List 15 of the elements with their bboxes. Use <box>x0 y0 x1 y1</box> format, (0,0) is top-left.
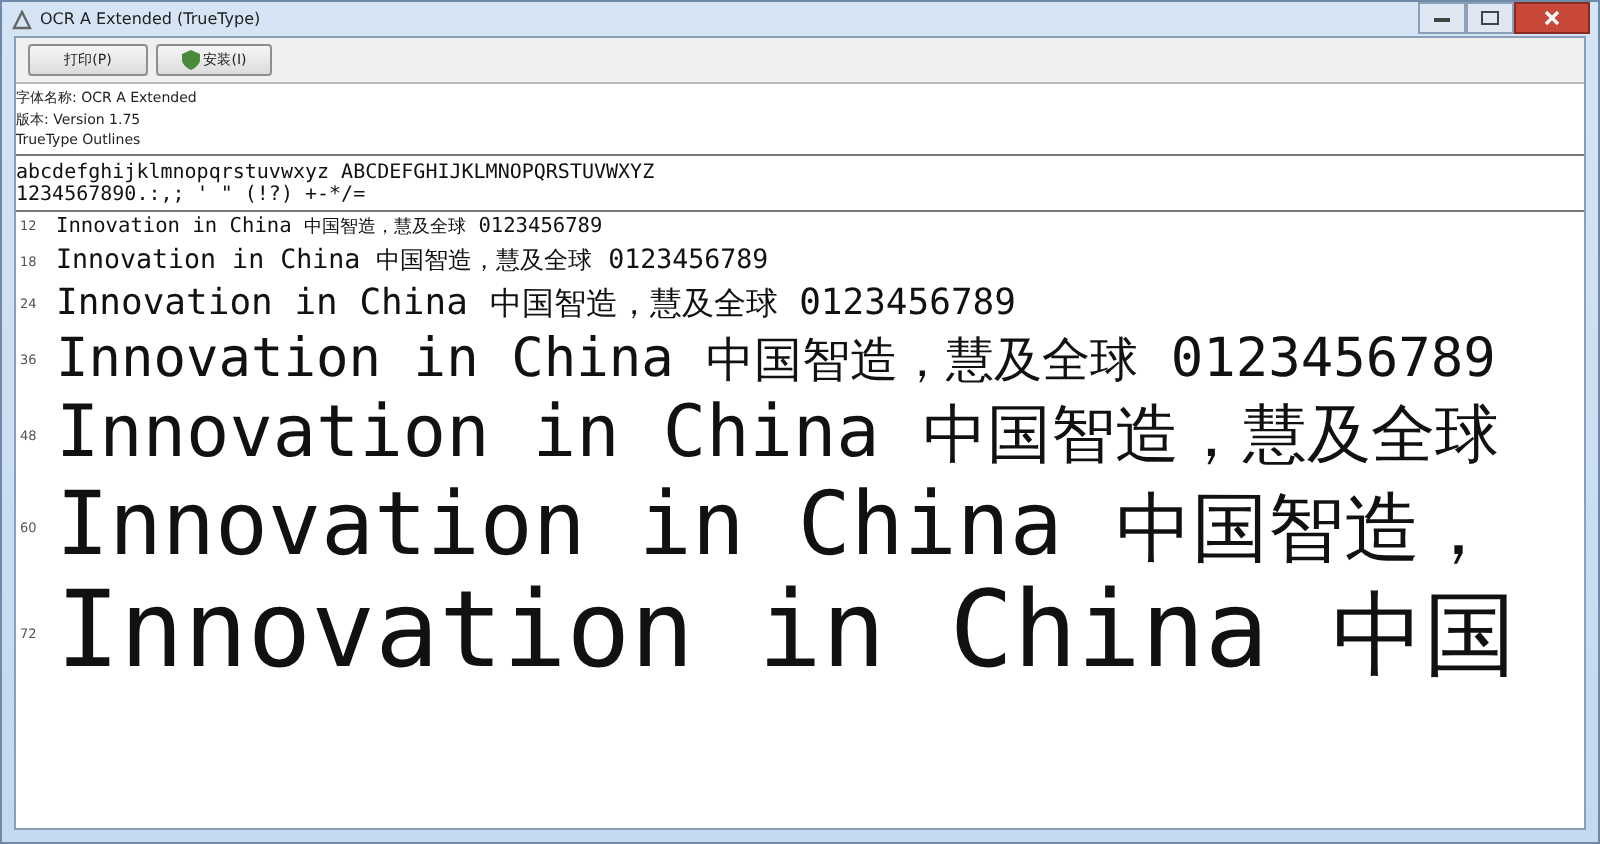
close-button[interactable] <box>1514 2 1590 34</box>
minimize-icon <box>1432 12 1452 24</box>
sample-text: Innovation in China 中国智造，慧及全球 <box>56 391 1499 477</box>
close-icon <box>1542 10 1562 26</box>
shield-icon <box>181 50 200 70</box>
sample-text: Innovation in China 中国智造，慧及全球 0123456789 <box>56 244 769 278</box>
sample-text: Innovation in China 中国智造，慧及全球 0123456789 <box>56 213 603 239</box>
maximize-button[interactable] <box>1466 2 1514 34</box>
sample-text: Innovation in China 中国智造，慧及全球 0123456789 <box>56 281 1016 325</box>
minimize-button[interactable] <box>1418 2 1466 34</box>
window-title: OCR A Extended (TrueType) <box>40 10 261 28</box>
sample-text: Innovation in China 中国智造，慧及全球 0123456789 <box>56 327 1496 391</box>
charset-sample: 1234567890.:,; ' " (!?) +-*/= <box>16 183 368 205</box>
maximize-icon <box>1480 10 1500 26</box>
charset-sample: abcdefghijklmnopqrstuvwxyz ABCDEFGHIJKLMNOPQRSTUVWXYZ <box>16 161 657 183</box>
